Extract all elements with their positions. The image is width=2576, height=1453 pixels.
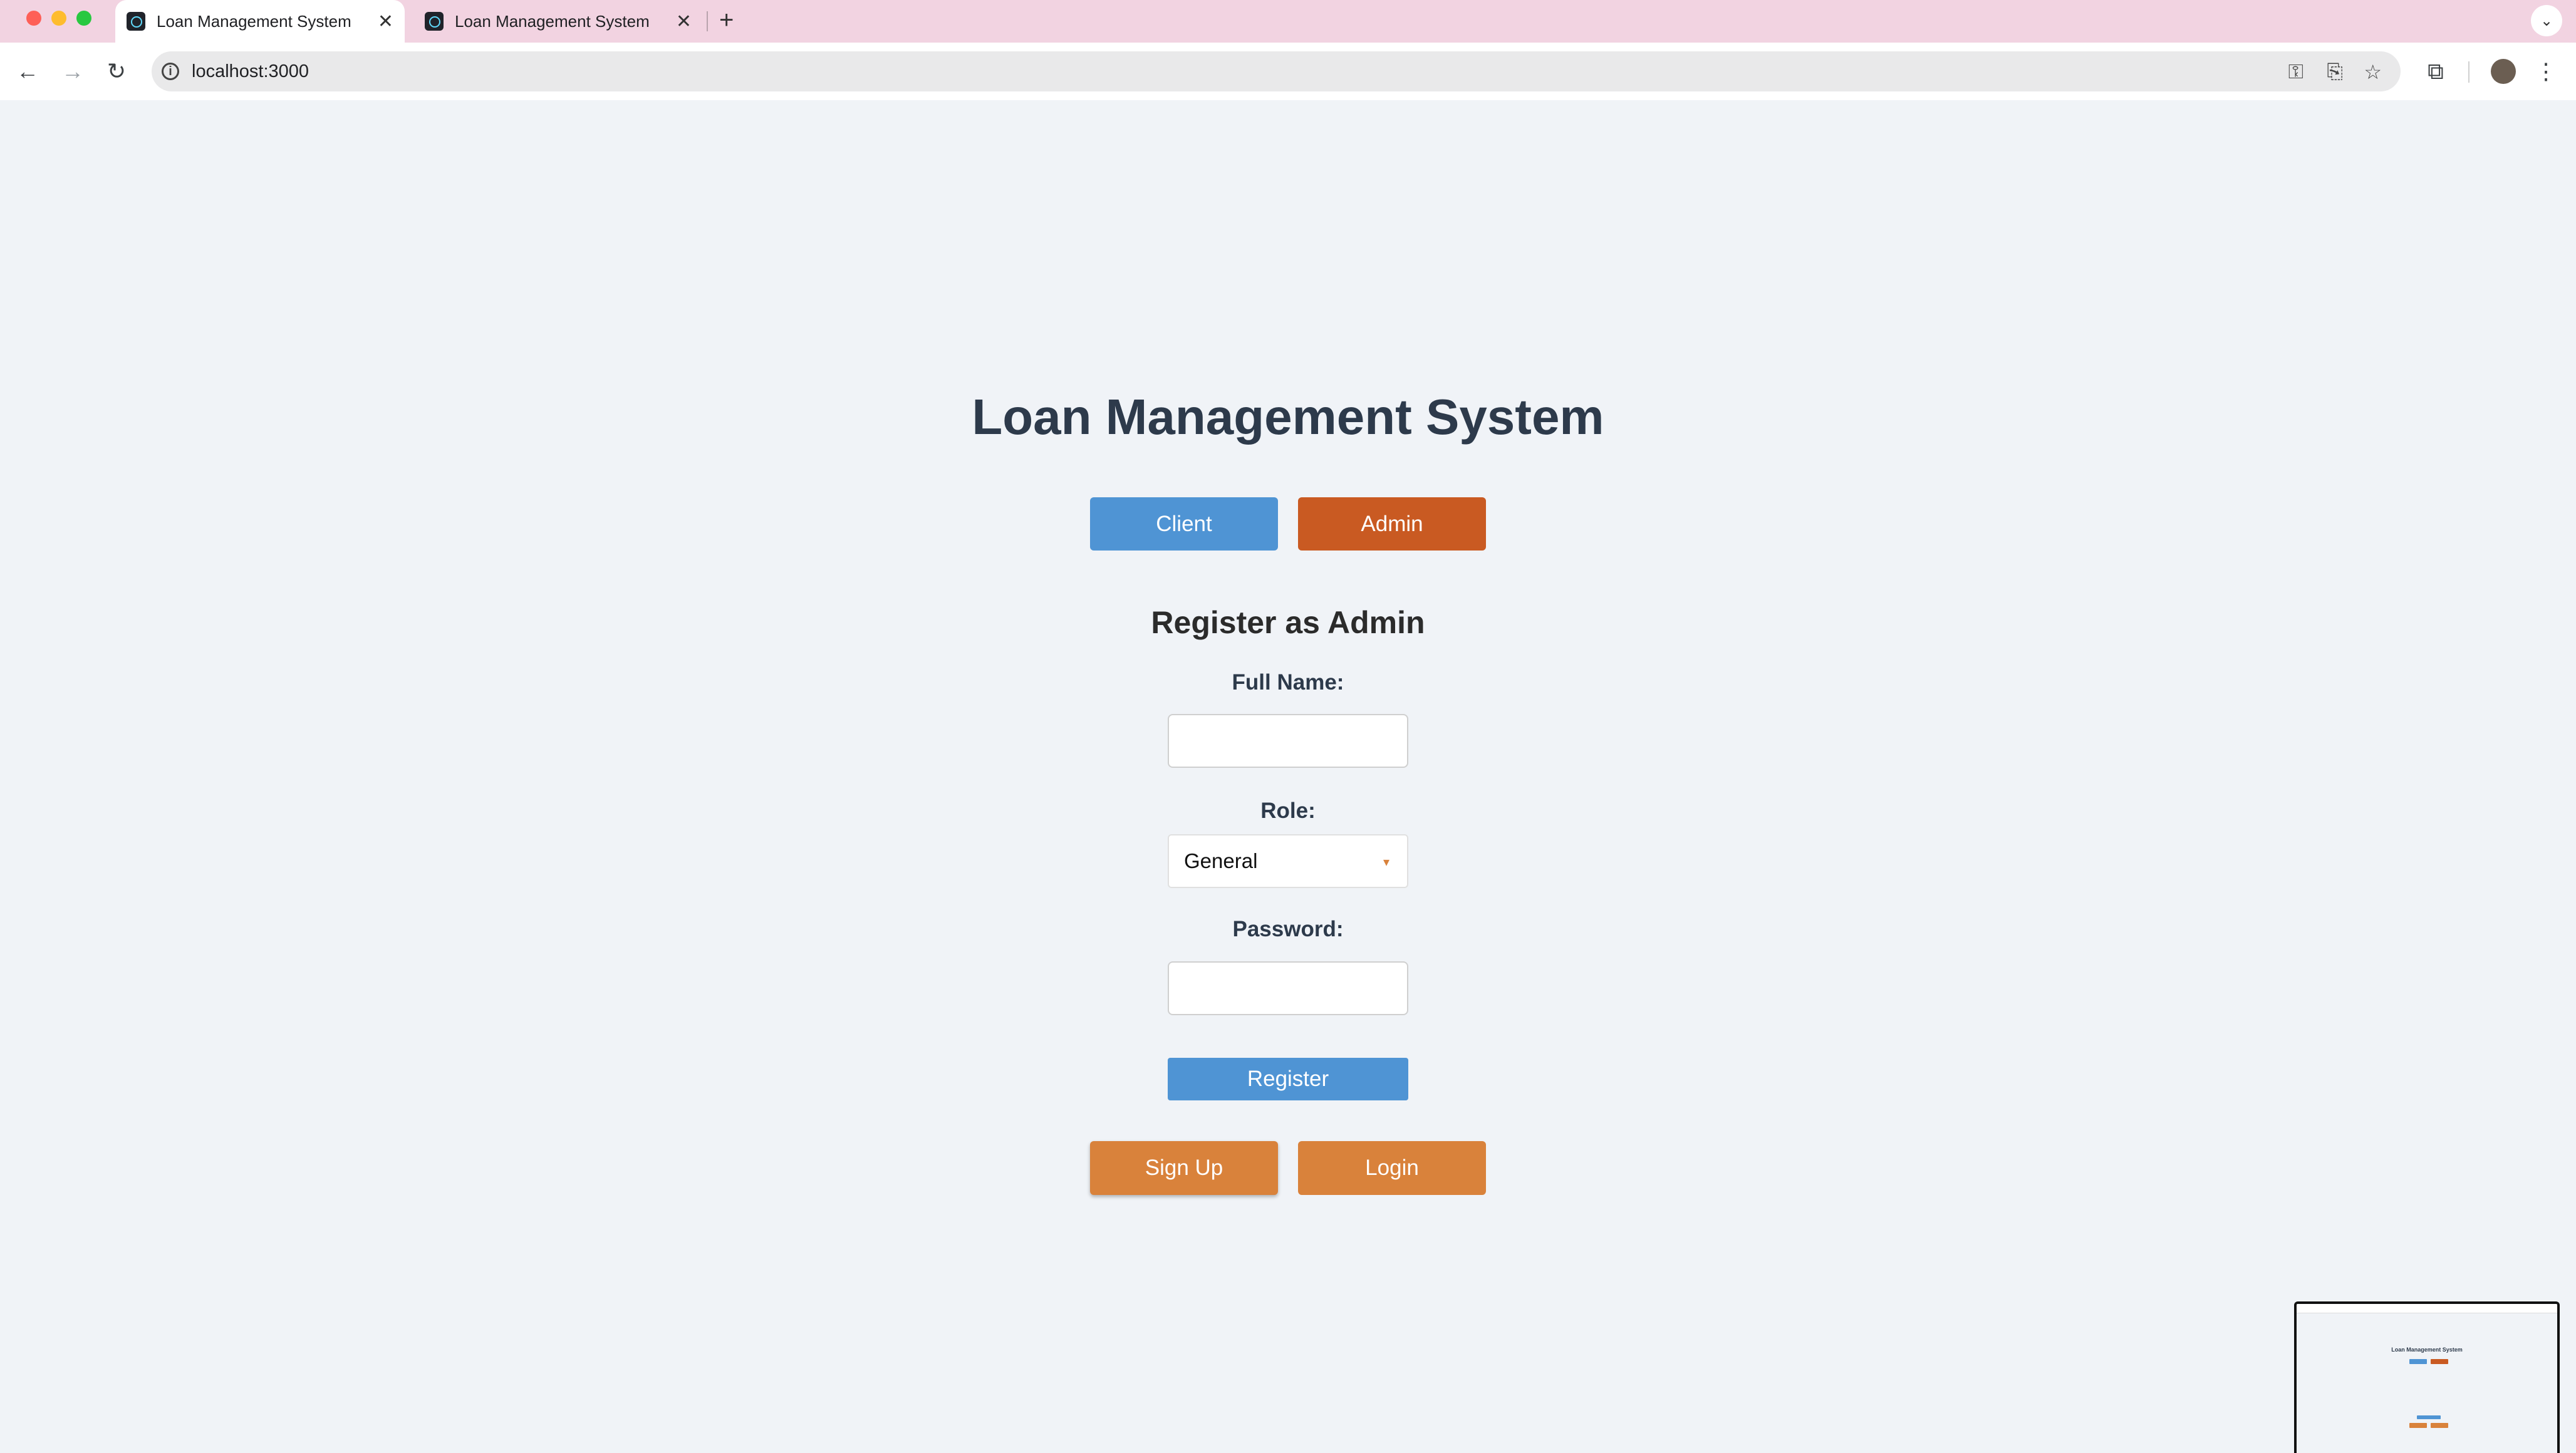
client-button[interactable]: Client: [1090, 497, 1278, 551]
login-button[interactable]: Login: [1298, 1141, 1486, 1195]
address-bar[interactable]: i localhost:3000 ⚿ ⎘ ☆: [152, 51, 2401, 91]
tab-divider: [707, 11, 708, 31]
avatar[interactable]: [2491, 59, 2516, 84]
thumbnail-browser-bar: [2297, 1304, 2557, 1313]
site-info-icon[interactable]: i: [162, 63, 179, 80]
page-content: Loan Management System Client Admin Regi…: [0, 100, 2576, 1453]
toolbar-divider: [2468, 61, 2470, 83]
role-select-value: General: [1184, 849, 1258, 872]
role-select[interactable]: General ▾: [1168, 834, 1408, 888]
thumbnail-client-button: [2409, 1359, 2427, 1364]
full-name-label: Full Name:: [1232, 670, 1344, 695]
close-tab-icon[interactable]: ✕: [378, 11, 393, 33]
key-icon[interactable]: ⚿: [2288, 60, 2303, 84]
register-button[interactable]: Register: [1168, 1058, 1408, 1100]
plus-icon[interactable]: +: [719, 6, 734, 34]
sign-up-button[interactable]: Sign Up: [1090, 1141, 1278, 1195]
form-title: Register as Admin: [1151, 605, 1425, 640]
thumbnail-title: Loan Management System: [2391, 1347, 2463, 1353]
tab-search-button[interactable]: ⌄: [2531, 5, 2562, 36]
page-thumbnail-preview: Loan Management System: [2294, 1301, 2560, 1453]
react-icon: [127, 12, 145, 31]
extensions-icon[interactable]: ⧉: [2421, 56, 2451, 86]
admin-button[interactable]: Admin: [1298, 497, 1486, 551]
dropdown-caret-icon: ▾: [1383, 856, 1389, 869]
tab-title: Loan Management System: [455, 11, 650, 31]
page-title: Loan Management System: [972, 389, 1604, 445]
browser-tab-bar: Loan Management System ✕ Loan Management…: [0, 0, 2576, 43]
bookmark-star-icon[interactable]: ☆: [2364, 60, 2382, 84]
install-app-icon[interactable]: ⎘: [2327, 60, 2343, 84]
menu-icon[interactable]: ⋮: [2531, 56, 2561, 86]
maximize-window-button[interactable]: [76, 11, 91, 26]
browser-tab-2[interactable]: Loan Management System ✕: [413, 0, 703, 43]
react-icon: [425, 12, 444, 31]
close-window-button[interactable]: [26, 11, 41, 26]
reload-icon[interactable]: ↻: [101, 56, 132, 86]
browser-tab-1[interactable]: Loan Management System ✕: [115, 0, 405, 43]
url-text: localhost:3000: [192, 61, 309, 81]
password-label: Password:: [1232, 917, 1344, 941]
thumbnail-login-button: [2431, 1423, 2448, 1428]
password-input[interactable]: [1168, 961, 1408, 1015]
minimize-window-button[interactable]: [51, 11, 66, 26]
forward-icon[interactable]: →: [58, 56, 88, 86]
full-name-input[interactable]: [1168, 714, 1408, 768]
thumbnail-admin-button: [2431, 1359, 2448, 1364]
browser-toolbar: ← → ↻ i localhost:3000 ⚿ ⎘ ☆ ⧉ ⋮: [0, 43, 2576, 101]
tab-title: Loan Management System: [157, 11, 351, 31]
role-label: Role:: [1260, 799, 1316, 823]
thumbnail-register-button: [2417, 1415, 2441, 1419]
close-tab-icon[interactable]: ✕: [676, 11, 692, 33]
back-icon[interactable]: ←: [13, 56, 43, 86]
thumbnail-signup-button: [2409, 1423, 2427, 1428]
